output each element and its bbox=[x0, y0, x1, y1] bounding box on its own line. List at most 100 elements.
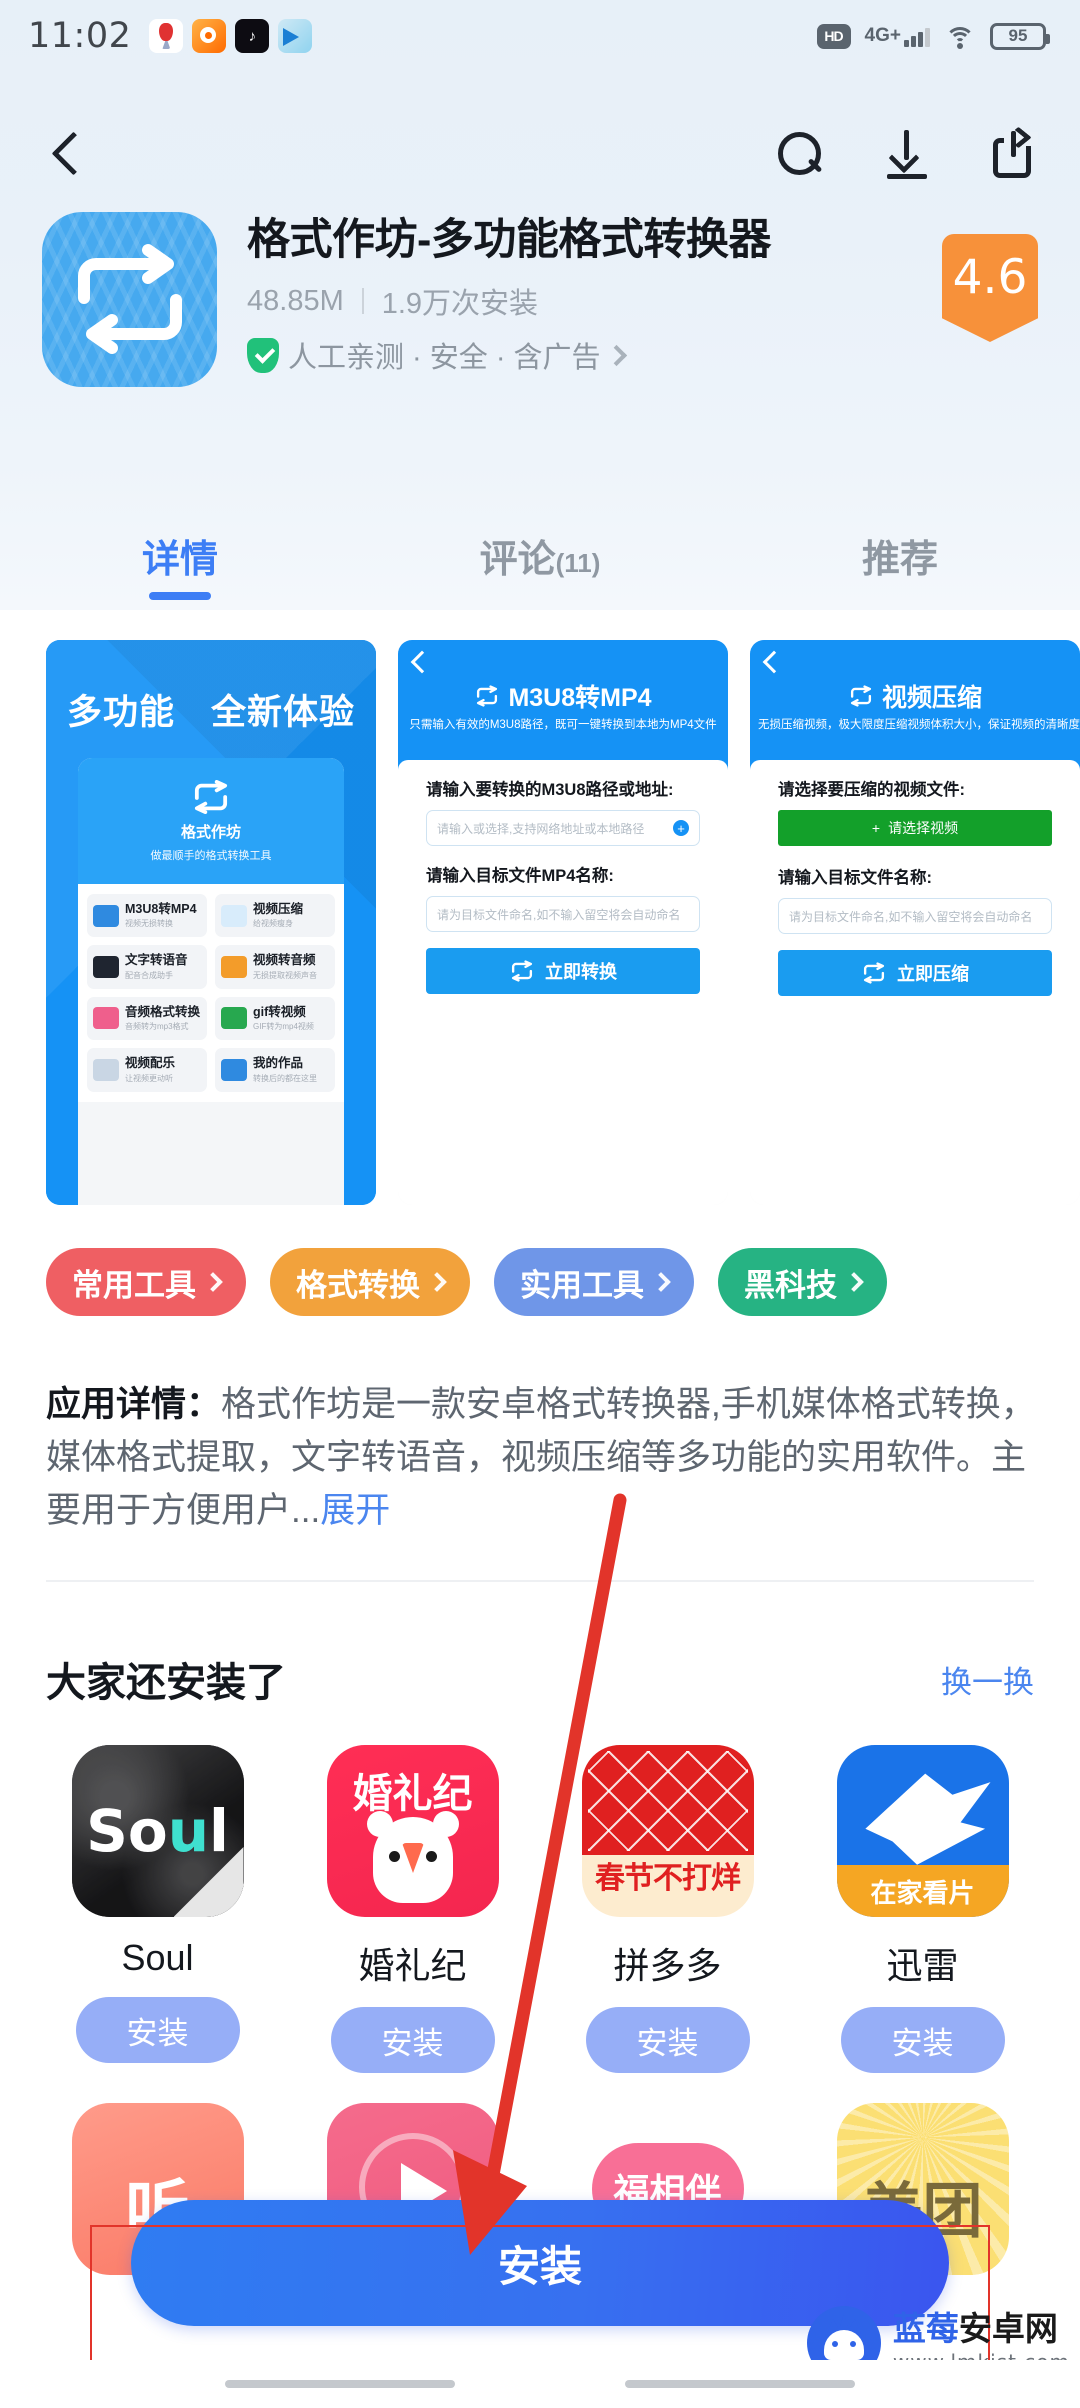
feature-cell: 视频压缩 给视频瘦身 bbox=[215, 894, 335, 938]
app-title: 格式作坊-多功能格式转换器 bbox=[247, 216, 771, 264]
tag-common-tools[interactable]: 常用工具 bbox=[46, 1248, 246, 1316]
app-installs: 1.9万次安装 bbox=[381, 288, 539, 321]
install-button[interactable]: 安装 bbox=[840, 2007, 1005, 2073]
feature-sub: 给视频瘦身 bbox=[253, 919, 293, 929]
chevron-right-icon bbox=[605, 344, 627, 366]
screenshot-home-phone-mock: 格式作坊 做最顺手的格式转换工具 M3U8转MP4 视频无损转换 视频压缩 给视频瘦… bbox=[78, 758, 344, 1205]
app-size: 48.85M bbox=[247, 284, 344, 317]
weibo-icon bbox=[192, 19, 227, 53]
tag-label: 格式转换 bbox=[296, 1267, 420, 1303]
screenshot-compress-select-button: + 请选择视频 bbox=[778, 810, 1052, 846]
screenshot-m3u8-placeholder1: 请输入或选择,支持网络地址或本地路径 bbox=[437, 821, 645, 836]
screenshot-compress-button: 立即压缩 bbox=[778, 950, 1052, 996]
screenshot-m3u8-convert-button: 立即转换 bbox=[426, 948, 700, 994]
recommend-item-xunlei[interactable]: 在家看片 迅雷 安装 bbox=[795, 1745, 1050, 2073]
watermark-name-black: 安卓网 bbox=[958, 2310, 1058, 2348]
back-chevron-icon[interactable] bbox=[42, 129, 94, 181]
tab-recommend[interactable]: 推荐 bbox=[720, 500, 1080, 610]
feature-sub: 让视频更动听 bbox=[125, 1073, 173, 1083]
pinduoduo-icon-text: 春节不打烊 bbox=[595, 1862, 741, 1895]
feature-sub: 配音合成助手 bbox=[125, 970, 173, 980]
rating-value: 4.6 bbox=[952, 250, 1028, 305]
feature-sub: 转换后的都在这里 bbox=[253, 1073, 317, 1083]
video-compress-icon bbox=[221, 904, 247, 927]
tab-bar: 详情 评论(11) 推荐 bbox=[0, 500, 1080, 610]
screenshot-compress[interactable]: 视频压缩 无损压缩视频，极大限度压缩视频体积大小，保证视频的清晰度 请选择要压缩… bbox=[750, 640, 1080, 1205]
feature-title: M3U8转MP4 bbox=[125, 902, 197, 916]
feature-title: 视频转音频 bbox=[253, 953, 316, 968]
hunliji-icon-text: 婚礼纪 bbox=[352, 1772, 473, 1816]
loop-arrows-glyph-small bbox=[863, 962, 885, 984]
screenshot-compress-desc: 无损压缩视频，极大限度压缩视频体积大小，保证视频的清晰度 bbox=[758, 719, 1080, 731]
tag-black-tech[interactable]: 黑科技 bbox=[718, 1248, 887, 1316]
feature-title: 文字转语音 bbox=[125, 953, 188, 968]
recommend-header: 大家还安装了 换一换 bbox=[46, 1650, 1034, 1708]
screenshot-m3u8[interactable]: M3U8转MP4 只需输入有效的M3U8路径，既可一键转换到本地为MP4文件 请… bbox=[398, 640, 728, 1205]
screenshot-m3u8-button-label: 立即转换 bbox=[545, 962, 617, 982]
install-button[interactable]: 安装 bbox=[75, 1997, 240, 2063]
tab-comments-count: (11) bbox=[555, 547, 601, 578]
tag-label: 常用工具 bbox=[72, 1267, 196, 1303]
tab-recommend-label: 推荐 bbox=[861, 538, 938, 581]
tab-comments[interactable]: 评论(11) bbox=[360, 500, 720, 610]
nav-bar-pill-right[interactable] bbox=[625, 2380, 855, 2388]
download-icon[interactable] bbox=[882, 130, 932, 180]
feature-cell: 我的作品 转换后的都在这里 bbox=[215, 1048, 335, 1092]
gif-to-video-icon bbox=[221, 1007, 247, 1030]
screenshot-compress-title: 视频压缩 bbox=[881, 684, 982, 712]
app-header: 格式作坊-多功能格式转换器 48.85M 1.9万次安装 人工亲测 · 安全 ·… bbox=[0, 212, 1080, 387]
signal-bars-icon bbox=[904, 27, 930, 47]
screenshot-compress-label1: 请选择要压缩的视频文件: bbox=[778, 781, 965, 799]
feature-cell: 视频配乐 让视频更动听 bbox=[87, 1048, 207, 1092]
screenshot-compress-select-label: 请选择视频 bbox=[888, 820, 959, 836]
tab-details[interactable]: 详情 bbox=[0, 500, 360, 610]
section-divider bbox=[46, 1580, 1034, 1582]
recommend-item-hunliji[interactable]: 婚礼纪 婚礼纪 安装 bbox=[285, 1745, 540, 2073]
tag-practical-tools[interactable]: 实用工具 bbox=[494, 1248, 694, 1316]
add-icon: + bbox=[673, 820, 689, 836]
feature-title: 视频压缩 bbox=[253, 902, 304, 916]
share-icon[interactable] bbox=[990, 126, 1038, 180]
feature-sub: 音频转为mp3格式 bbox=[125, 1022, 189, 1032]
nav-bar-pill-left[interactable] bbox=[225, 2380, 455, 2388]
plus-icon: + bbox=[871, 820, 881, 836]
refresh-recommendations-link[interactable]: 换一换 bbox=[941, 1657, 1034, 1702]
loop-arrows-glyph-small bbox=[511, 960, 533, 982]
loop-arrows-glyph-small bbox=[194, 779, 228, 814]
expand-link[interactable]: 展开 bbox=[320, 1491, 390, 1530]
telegram-icon bbox=[278, 19, 313, 53]
app-safety-row[interactable]: 人工亲测 · 安全 · 含广告 bbox=[247, 334, 1038, 376]
recommend-item-pinduoduo[interactable]: 春节不打烊 拼多多 安装 bbox=[540, 1745, 795, 2073]
feature-cell: 音频格式转换音频转为mp3格式 bbox=[87, 996, 207, 1041]
install-button[interactable]: 安装 bbox=[585, 2007, 750, 2073]
screenshot-compress-placeholder2: 请为目标文件命名,如不输入留空将会自动命名 bbox=[789, 909, 1033, 924]
tag-format-conversion[interactable]: 格式转换 bbox=[270, 1248, 470, 1316]
video-to-audio-icon bbox=[221, 956, 247, 979]
app-meta: 格式作坊-多功能格式转换器 48.85M 1.9万次安装 人工亲测 · 安全 ·… bbox=[247, 212, 1038, 387]
screenshot-compress-input2: 请为目标文件命名,如不输入留空将会自动命名 bbox=[778, 898, 1052, 934]
loop-arrows-glyph bbox=[78, 244, 182, 354]
status-bar-time: 11:02 bbox=[28, 16, 132, 56]
install-button[interactable]: 安装 bbox=[330, 2007, 495, 2073]
screenshot-home-feature-grid: M3U8转MP4 视频无损转换 视频压缩给视频瘦身 文字转语音配音合成助手 视频转… bbox=[78, 884, 344, 1102]
soul-app-icon: Soul bbox=[71, 1745, 244, 1917]
screenshot-carousel[interactable]: 多功能 全新体验 格式作坊 做最顺手的格式转换工具 M3U8转MP4 视频无损转换 bbox=[0, 640, 1080, 1220]
screenshot-home[interactable]: 多功能 全新体验 格式作坊 做最顺手的格式转换工具 M3U8转MP4 视频无损转换 bbox=[46, 640, 376, 1205]
xunlei-app-icon: 在家看片 bbox=[836, 1745, 1009, 1917]
screenshot-m3u8-input1: 请输入或选择,支持网络地址或本地路径 + bbox=[426, 810, 700, 846]
feature-title: 音频格式转换 bbox=[125, 1004, 201, 1019]
feature-sub: 视频无损转换 bbox=[125, 919, 173, 929]
screenshot-m3u8-label1: 请输入要转换的M3U8路径或地址: bbox=[426, 781, 674, 799]
search-icon[interactable] bbox=[774, 130, 824, 180]
pinduoduo-app-icon: 春节不打烊 bbox=[581, 1745, 754, 1917]
loop-arrows-glyph-small bbox=[850, 685, 872, 707]
recommend-app-name: Soul bbox=[121, 1937, 194, 1978]
text-to-speech-icon bbox=[93, 956, 119, 979]
feature-cell: gif转视频 GIF转为mp4视频 bbox=[215, 996, 335, 1041]
feature-sub: 无损提取视频声音 bbox=[253, 970, 317, 980]
screenshot-home-brand: 格式作坊 bbox=[180, 823, 241, 841]
douyin-icon: ♪ bbox=[235, 19, 270, 53]
tab-details-label: 详情 bbox=[141, 538, 218, 581]
recommend-item-soul[interactable]: Soul Soul 安装 bbox=[30, 1745, 285, 2073]
status-bar: 11:02 ♪ HD 4G+ 95 bbox=[0, 0, 1080, 72]
